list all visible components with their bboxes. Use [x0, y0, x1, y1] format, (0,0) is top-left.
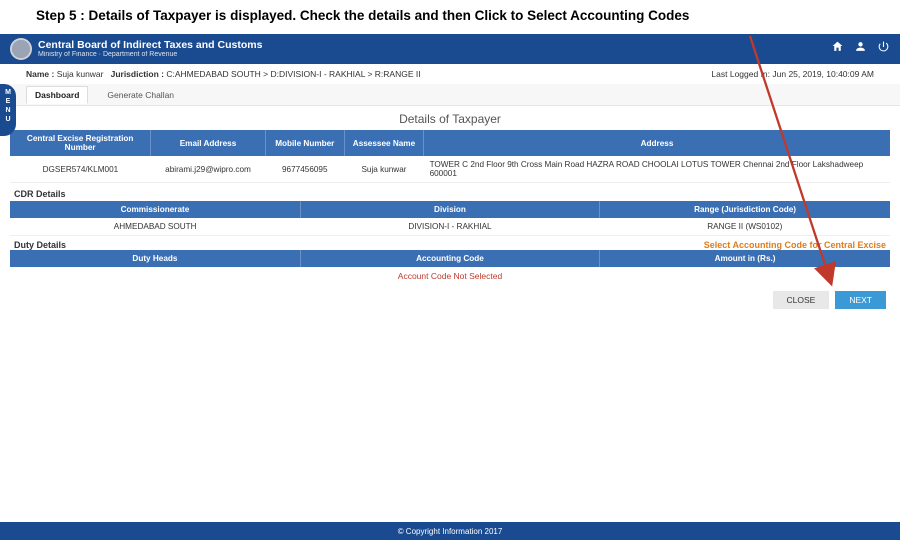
col-comm: Commissionerate [10, 201, 300, 218]
col-address: Address [424, 130, 890, 156]
gov-emblem-icon [10, 38, 32, 60]
col-assessee: Assessee Name [344, 130, 423, 156]
close-button[interactable]: CLOSE [773, 291, 830, 309]
cell-comm: AHMEDABAD SOUTH [10, 218, 300, 236]
cell-email: abirami.j29@wipro.com [151, 156, 265, 183]
user-icon[interactable] [854, 40, 867, 56]
tab-generate-challan[interactable]: Generate Challan [98, 86, 183, 104]
cdr-table: Commissionerate Division Range (Jurisdic… [10, 201, 890, 236]
col-mobile: Mobile Number [265, 130, 344, 156]
col-acct-code: Accounting Code [300, 250, 599, 267]
juris-value: C:AHMEDABAD SOUTH > D:DIVISION-I - RAKHI… [166, 69, 420, 79]
cell-mobile: 9677456095 [265, 156, 344, 183]
next-button[interactable]: NEXT [835, 291, 886, 309]
top-bar: Central Board of Indirect Taxes and Cust… [0, 34, 900, 64]
col-div: Division [300, 201, 599, 218]
no-selection-msg: Account Code Not Selected [0, 267, 900, 285]
menu-tab[interactable]: M E N U [0, 84, 16, 136]
power-icon[interactable] [877, 40, 890, 56]
tab-dashboard[interactable]: Dashboard [26, 86, 88, 104]
col-amount: Amount in (Rs.) [600, 250, 890, 267]
duty-header-row: Duty Details Select Accounting Code for … [0, 236, 900, 250]
col-email: Email Address [151, 130, 265, 156]
duty-table: Duty Heads Accounting Code Amount in (Rs… [10, 250, 890, 267]
cell-address: TOWER C 2nd Floor 9th Cross Main Road HA… [424, 156, 890, 183]
col-duty-heads: Duty Heads [10, 250, 300, 267]
name-label: Name : [26, 69, 54, 79]
col-range: Range (Jurisdiction Code) [600, 201, 890, 218]
step-instruction: Step 5 : Details of Taxpayer is displaye… [0, 0, 900, 34]
org-block: Central Board of Indirect Taxes and Cust… [38, 40, 262, 58]
cell-reg: DGSER574/KLM001 [10, 156, 151, 183]
cell-range: RANGE II (WS0102) [600, 218, 890, 236]
cell-assessee: Suja kunwar [344, 156, 423, 183]
name-value: Suja kunwar [57, 69, 104, 79]
tabs-row: Dashboard Generate Challan [0, 84, 900, 106]
org-subtitle: Ministry of Finance · Department of Reve… [38, 51, 262, 58]
page-title: Details of Taxpayer [0, 106, 900, 130]
button-row: CLOSE NEXT [0, 285, 900, 315]
footer: © Copyright Information 2017 [0, 522, 900, 540]
table-row: DGSER574/KLM001 abirami.j29@wipro.com 96… [10, 156, 890, 183]
table-row: AHMEDABAD SOUTH DIVISION-I - RAKHIAL RAN… [10, 218, 890, 236]
org-title: Central Board of Indirect Taxes and Cust… [38, 40, 262, 51]
juris-label: Jurisdiction : [111, 69, 164, 79]
top-icons [831, 40, 890, 56]
cell-div: DIVISION-I - RAKHIAL [300, 218, 599, 236]
select-accounting-code-link[interactable]: Select Accounting Code for Central Excis… [704, 240, 886, 250]
home-icon[interactable] [831, 40, 844, 56]
col-reg: Central Excise Registration Number [10, 130, 151, 156]
duty-section-label: Duty Details [14, 240, 66, 250]
cdr-section-label: CDR Details [0, 183, 900, 201]
last-login: Last Logged In: Jun 25, 2019, 10:40:09 A… [711, 69, 874, 79]
user-meta-row: Name : Suja kunwar Jurisdiction : C:AHME… [0, 64, 900, 84]
taxpayer-table: Central Excise Registration Number Email… [10, 130, 890, 183]
